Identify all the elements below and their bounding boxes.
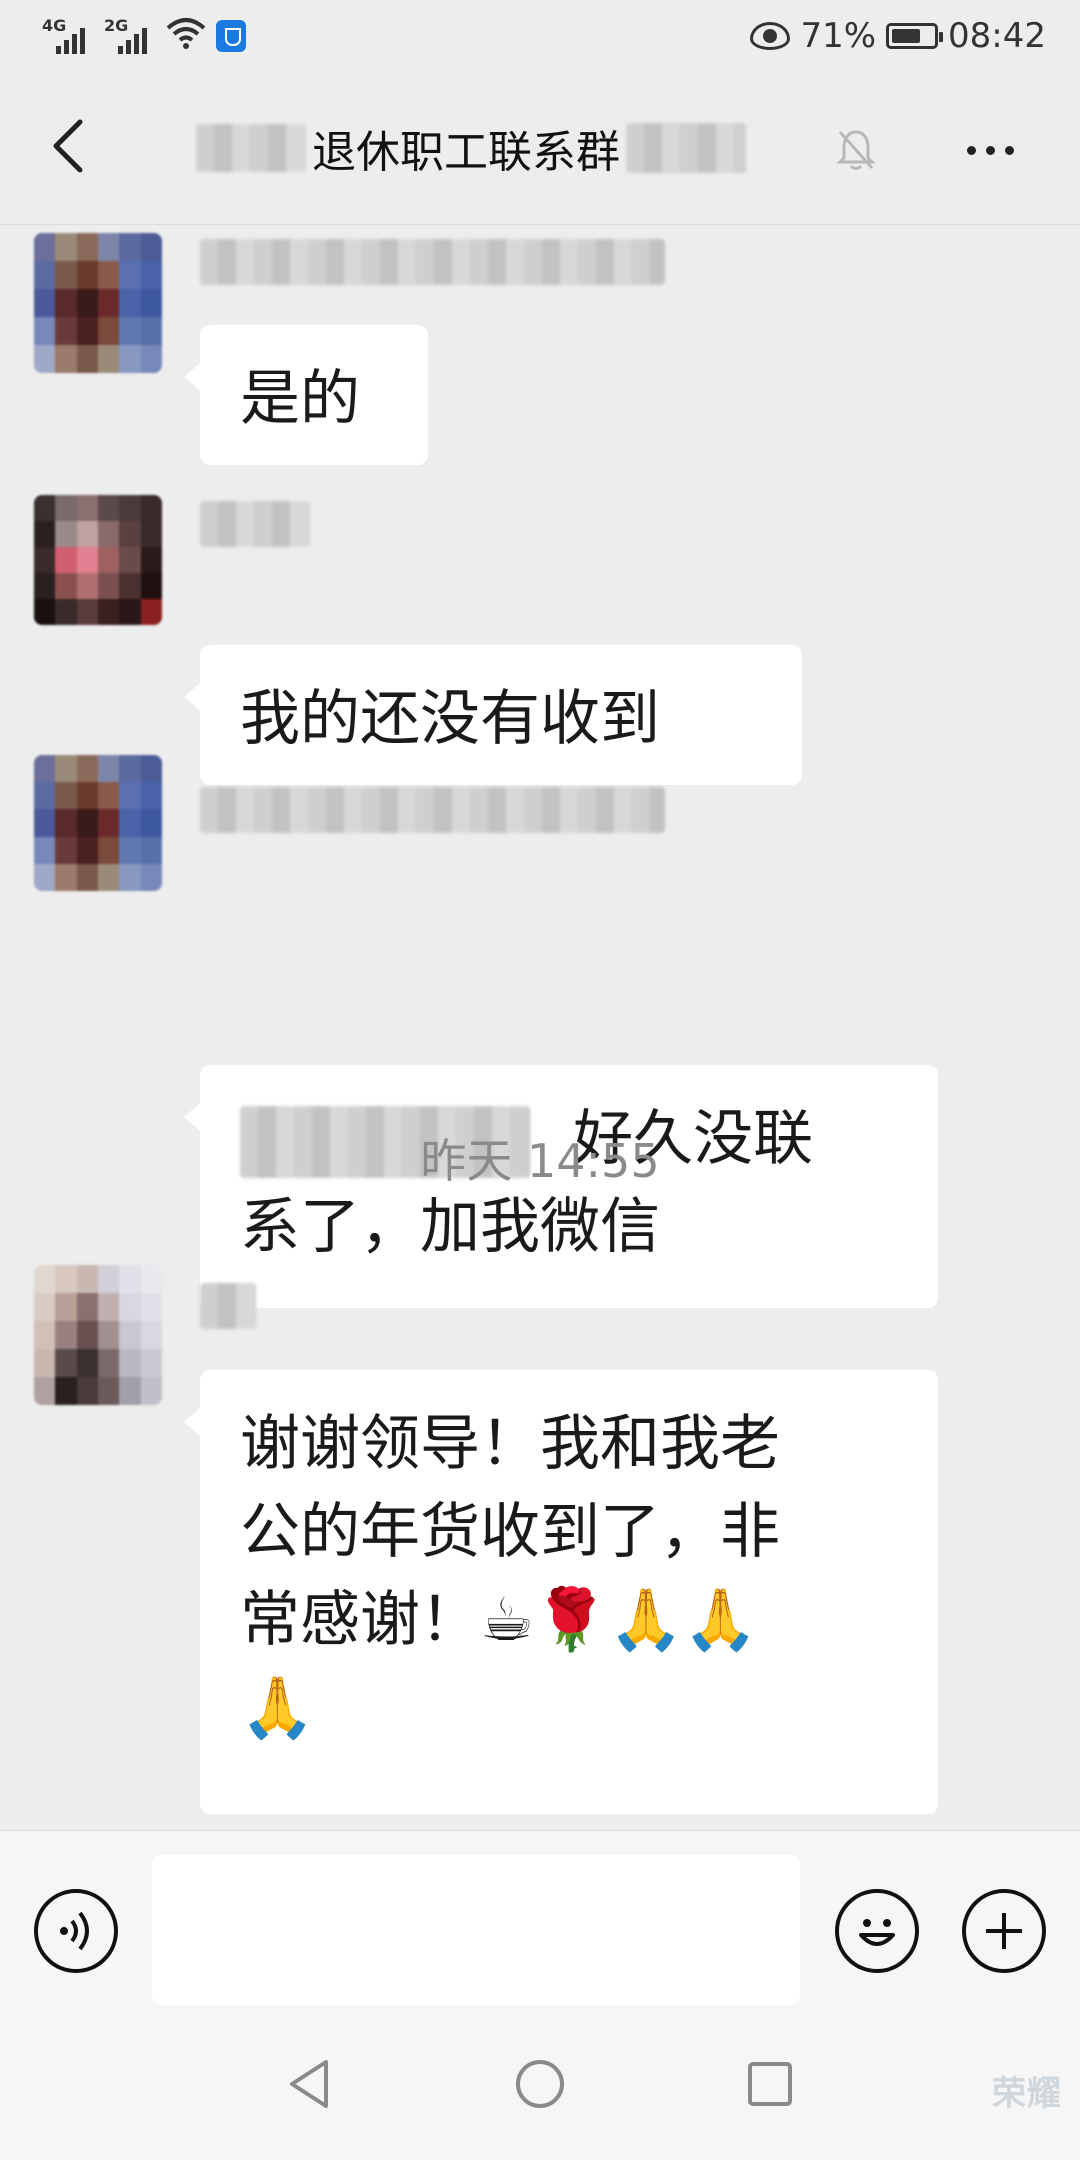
message-text: 公的年货收到了，非 bbox=[240, 1497, 780, 1567]
avatar[interactable] bbox=[34, 755, 162, 891]
message-item: 是的 bbox=[0, 225, 1080, 485]
eye-comfort-icon bbox=[750, 22, 791, 50]
emoji-icon bbox=[859, 1919, 895, 1946]
sender-name bbox=[200, 787, 665, 833]
message-text: 🙏 bbox=[240, 1673, 315, 1743]
watermark: 荣耀 bbox=[992, 2074, 1062, 2114]
avatar[interactable] bbox=[34, 233, 162, 373]
avatar[interactable] bbox=[34, 495, 162, 625]
plus-icon bbox=[986, 1913, 1022, 1949]
nav-recent-icon bbox=[748, 2062, 792, 2106]
message-text: 常感谢！☕🌹🙏🙏 bbox=[240, 1585, 758, 1655]
message-item: 好久没联 系了，加我微信 bbox=[0, 755, 1080, 1308]
chat-title[interactable]: 退休职工联系群 bbox=[196, 114, 746, 182]
sender-name bbox=[200, 1283, 256, 1329]
nav-home-button[interactable] bbox=[510, 2054, 570, 2114]
message-item: 谢谢领导！我和我老 公的年货收到了，非 常感谢！☕🌹🙏🙏 🙏 bbox=[0, 1265, 1080, 1825]
avatar[interactable] bbox=[34, 1265, 162, 1405]
time-divider: 昨天 14:55 bbox=[420, 1134, 660, 1188]
voice-icon bbox=[60, 1911, 89, 1951]
more-options-button[interactable] bbox=[955, 126, 1025, 174]
mute-bell-icon bbox=[836, 130, 876, 170]
more-dots-icon bbox=[966, 145, 976, 155]
message-input-bar bbox=[0, 1830, 1080, 2006]
battery-icon bbox=[886, 23, 944, 49]
sender-name bbox=[200, 239, 665, 285]
nav-back-button[interactable] bbox=[280, 2054, 340, 2114]
signal-icon: 4G bbox=[42, 16, 94, 56]
message-input[interactable] bbox=[152, 1855, 800, 2005]
system-nav-bar: 荣耀 bbox=[0, 2006, 1080, 2160]
chat-message-list[interactable]: 是的 我的还没有收到 好久没联 系了，加我微信 昨天 14:55 谢谢领导！我和… bbox=[0, 225, 1080, 1830]
chat-header: 退休职工联系群 bbox=[0, 72, 1080, 225]
message-bubble[interactable]: 是的 bbox=[184, 325, 428, 465]
message-text: 谢谢领导！我和我老 bbox=[240, 1409, 780, 1479]
battery-percent: 71% bbox=[800, 16, 877, 56]
more-functions-button[interactable] bbox=[962, 1889, 1046, 1973]
message-text: 是的 bbox=[240, 364, 360, 434]
status-time: 08:42 bbox=[948, 16, 1046, 56]
nav-recent-button[interactable] bbox=[740, 2054, 800, 2114]
back-button[interactable] bbox=[40, 116, 100, 176]
nav-home-icon bbox=[516, 2060, 564, 2108]
message-text: 系了，加我微信 bbox=[240, 1192, 660, 1262]
chat-title-text: 退休职工联系群 bbox=[312, 127, 620, 178]
redacted-text bbox=[626, 123, 746, 173]
nav-back-icon bbox=[290, 2060, 328, 2108]
back-arrow-icon bbox=[53, 119, 83, 173]
redacted-text bbox=[196, 124, 306, 172]
signal-icon: 2G bbox=[104, 16, 156, 56]
status-right: 71% 08:42 bbox=[750, 14, 1046, 58]
security-shield-icon bbox=[216, 20, 246, 52]
status-left: 4G 2G bbox=[42, 14, 246, 58]
message-text: 我的还没有收到 bbox=[240, 684, 660, 754]
voice-button[interactable] bbox=[34, 1889, 118, 1973]
emoji-button[interactable] bbox=[835, 1889, 919, 1973]
message-item: 我的还没有收到 bbox=[0, 487, 1080, 785]
sender-name bbox=[200, 501, 310, 547]
status-bar: 4G 2G 71% 08:42 bbox=[0, 0, 1080, 72]
message-bubble[interactable]: 谢谢领导！我和我老 公的年货收到了，非 常感谢！☕🌹🙏🙏 🙏 bbox=[184, 1370, 938, 1814]
wifi-icon bbox=[166, 16, 206, 56]
